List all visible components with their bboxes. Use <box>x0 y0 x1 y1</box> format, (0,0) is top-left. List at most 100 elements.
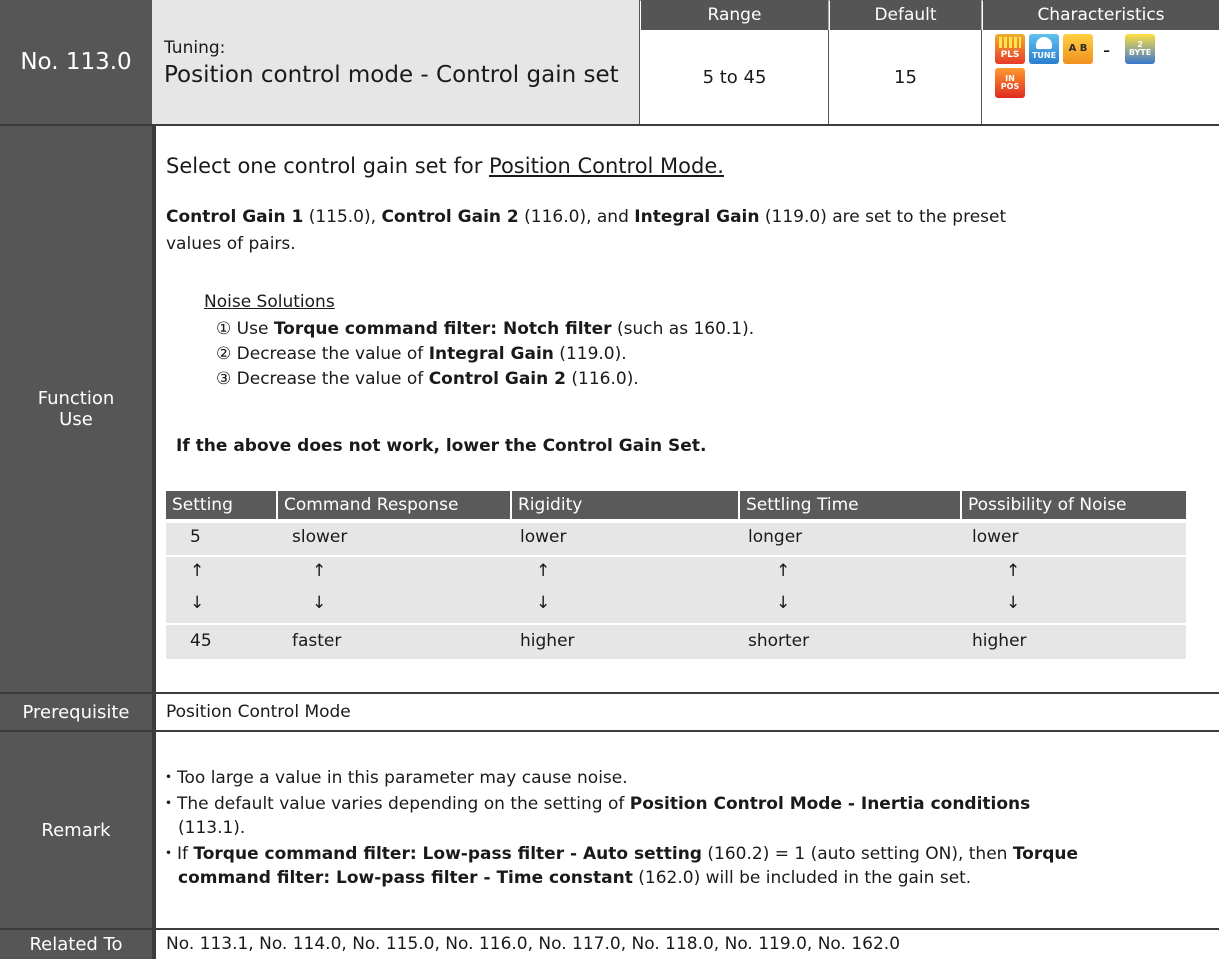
tune-icon: TUNE <box>1029 34 1059 64</box>
parameter-number: No. 113.0 <box>0 0 152 124</box>
table-cell: 45 <box>190 631 212 651</box>
table-cell: faster <box>292 631 342 651</box>
characteristics-header-text: Characteristics <box>1037 5 1165 25</box>
integral-gain-num: (119.0) are set to the preset <box>759 207 1007 227</box>
default-header-text: Default <box>874 5 937 25</box>
remark-3-prefix: ・If <box>160 844 194 864</box>
noise-solution-3-prefix: ③ Decrease the value of <box>216 369 429 389</box>
function-content: Select one control gain set for Position… <box>166 126 1206 692</box>
integral-gain-ref: Integral Gain <box>634 207 760 227</box>
related-to-label: Related To <box>0 930 152 959</box>
noise-solution-2-prefix: ② Decrease the value of <box>216 344 429 364</box>
remark-2-prefix: ・The default value varies depending on t… <box>160 794 630 814</box>
remark-item-3: ・If Torque command filter: Low-pass filt… <box>160 842 1210 866</box>
up-arrow-icon: ↑ <box>1006 561 1021 581</box>
function-heading: Select one control gain set for Position… <box>166 154 724 178</box>
characteristics-separator: - <box>1103 38 1111 62</box>
range-header-text: Range <box>707 5 762 25</box>
pls-icon-label: PLS <box>1000 50 1020 60</box>
inertia-conditions-ref: Position Control Mode - Inertia conditio… <box>629 794 1031 814</box>
control-gain-2-num: (116.0), and <box>518 207 635 227</box>
characteristics-header: Characteristics <box>983 0 1219 30</box>
parameter-subtitle: Tuning: <box>164 38 226 58</box>
remark-label-text: Remark <box>41 819 111 841</box>
table-cell: shorter <box>748 631 810 651</box>
ab-icon: A B <box>1063 34 1093 64</box>
torque-ref: Torque <box>1012 844 1079 864</box>
range-header: Range <box>641 0 829 30</box>
table-cell: 5 <box>190 527 201 547</box>
up-arrow-icon: ↑ <box>190 561 205 581</box>
noise-solution-3-suffix: (116.0). <box>565 369 639 389</box>
in-pos-icon: IN POS <box>995 68 1025 98</box>
parameter-title-cell: Tuning: Position control mode - Control … <box>152 0 640 124</box>
table-cell: longer <box>748 527 803 547</box>
function-use-label: Function Use <box>0 126 152 692</box>
remark-item-1: ・Too large a value in this parameter may… <box>160 768 628 788</box>
integral-gain-ref-2: Integral Gain <box>428 344 554 364</box>
parameter-number-text: No. 113.0 <box>20 49 132 75</box>
up-arrow-icon: ↑ <box>776 561 791 581</box>
remark-item-2: ・The default value varies depending on t… <box>160 792 1210 816</box>
fallback-note: If the above does not work, lower the Co… <box>176 436 707 456</box>
control-gain-2-ref-2: Control Gain 2 <box>428 369 566 389</box>
noise-solutions-list: ① Use Torque command filter: Notch filte… <box>216 317 754 392</box>
noise-solution-2: ② Decrease the value of Integral Gain (1… <box>216 342 754 367</box>
remark-item-2-cont: (113.1). <box>178 818 246 838</box>
tune-icon-label: TUNE <box>1031 51 1057 60</box>
down-arrow-icon: ↓ <box>190 593 205 613</box>
noise-solution-2-suffix: (119.0). <box>553 344 627 364</box>
down-arrow-icon: ↓ <box>1006 593 1021 613</box>
table-cell: higher <box>972 631 1027 651</box>
function-paragraph-line2: values of pairs. <box>166 234 296 254</box>
default-value: 15 <box>830 30 982 124</box>
table-cell: lower <box>972 527 1019 547</box>
default-value-text: 15 <box>894 66 917 88</box>
noise-solution-1: ① Use Torque command filter: Notch filte… <box>216 317 754 342</box>
noise-solution-1-suffix: (such as 160.1). <box>611 319 755 339</box>
noise-solution-1-prefix: ① Use <box>216 319 274 339</box>
prerequisite-label-text: Prerequisite <box>22 701 130 723</box>
remark-item-3-cont: command filter: Low-pass filter - Time c… <box>160 866 1210 890</box>
table-header-command-response: Command Response <box>278 491 510 519</box>
notch-filter-ref: Torque command filter: Notch filter <box>273 319 612 339</box>
2byte-icon-label: 2 BYTE <box>1128 40 1152 57</box>
down-arrow-icon: ↓ <box>536 593 551 613</box>
remark-label: Remark <box>0 732 152 928</box>
position-control-mode-link: Position Control Mode. <box>489 154 724 178</box>
up-arrow-icon: ↑ <box>312 561 327 581</box>
table-header-possibility-of-noise: Possibility of Noise <box>962 491 1186 519</box>
function-label-text: Function <box>37 388 115 409</box>
function-paragraph: Control Gain 1 (115.0), Control Gain 2 (… <box>166 204 1006 258</box>
lowpass-auto-setting-ref: Torque command filter: Low-pass filter -… <box>193 844 702 864</box>
related-to-label-text: Related To <box>29 934 123 955</box>
table-cell: lower <box>520 527 567 547</box>
up-arrow-icon: ↑ <box>536 561 551 581</box>
noise-solution-3: ③ Decrease the value of Control Gain 2 (… <box>216 367 754 392</box>
function-heading-prefix: Select one control gain set for <box>166 154 490 178</box>
range-value-text: 5 to 45 <box>702 66 767 88</box>
control-gain-1-num: (115.0), <box>303 207 382 227</box>
prerequisite-label: Prerequisite <box>0 694 152 730</box>
down-arrow-icon: ↓ <box>776 593 791 613</box>
noise-solutions-title: Noise Solutions <box>204 292 335 312</box>
gain-set-table: Setting Command Response Rigidity Settli… <box>166 491 1186 671</box>
table-cell: higher <box>520 631 575 651</box>
pls-icon: PLS <box>995 34 1025 64</box>
control-gain-1-ref: Control Gain 1 <box>166 207 304 227</box>
parameter-name: Position control mode - Control gain set <box>164 62 619 88</box>
table-header-rigidity: Rigidity <box>512 491 738 519</box>
table-header-setting: Setting <box>166 491 276 519</box>
remark-3-mid: (160.2) = 1 (auto setting ON), then <box>701 844 1013 864</box>
remark-content: ・Too large a value in this parameter may… <box>160 766 1210 890</box>
down-arrow-icon: ↓ <box>312 593 327 613</box>
table-cell: slower <box>292 527 348 547</box>
lowpass-time-constant-ref: command filter: Low-pass filter - Time c… <box>178 868 633 888</box>
control-gain-2-ref: Control Gain 2 <box>381 207 519 227</box>
in-pos-icon-label: IN POS <box>1000 74 1020 91</box>
prerequisite-value: Position Control Mode <box>166 702 351 722</box>
related-to-value: No. 113.1, No. 114.0, No. 115.0, No. 116… <box>166 934 901 954</box>
2byte-icon: 2 BYTE <box>1125 34 1155 64</box>
ab-icon-label: A B <box>1068 43 1088 54</box>
range-value: 5 to 45 <box>641 30 829 124</box>
